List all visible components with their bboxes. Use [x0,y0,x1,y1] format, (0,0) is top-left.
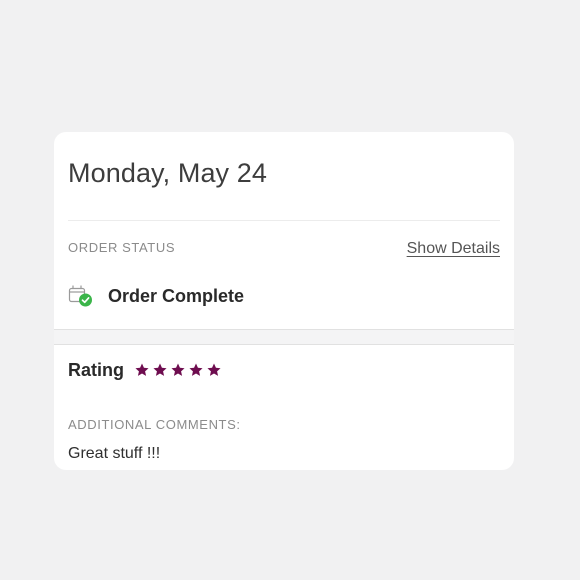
additional-comments-text: Great stuff !!! [68,445,161,462]
divider [68,220,500,221]
additional-comments-label: ADDITIONAL COMMENTS: [68,417,241,432]
star-icon [207,363,221,376]
rating-label: Rating [68,360,124,380]
order-status-text: Order Complete [108,286,245,306]
section-separator [54,329,514,345]
show-details-link[interactable]: Show Details [407,239,500,259]
star-icon [153,363,167,376]
order-card: Monday, May 24 ORDER STATUS Show Details… [54,132,514,470]
rating-stars [134,362,222,378]
order-complete-icon [68,284,94,308]
order-date: Monday, May 24 [68,158,267,188]
rating-row: Rating [68,358,222,382]
star-icon [171,363,185,376]
order-status-label: ORDER STATUS [68,240,176,255]
order-status-row: Order Complete [68,282,244,310]
star-icon [135,363,149,376]
star-icon [189,363,203,376]
